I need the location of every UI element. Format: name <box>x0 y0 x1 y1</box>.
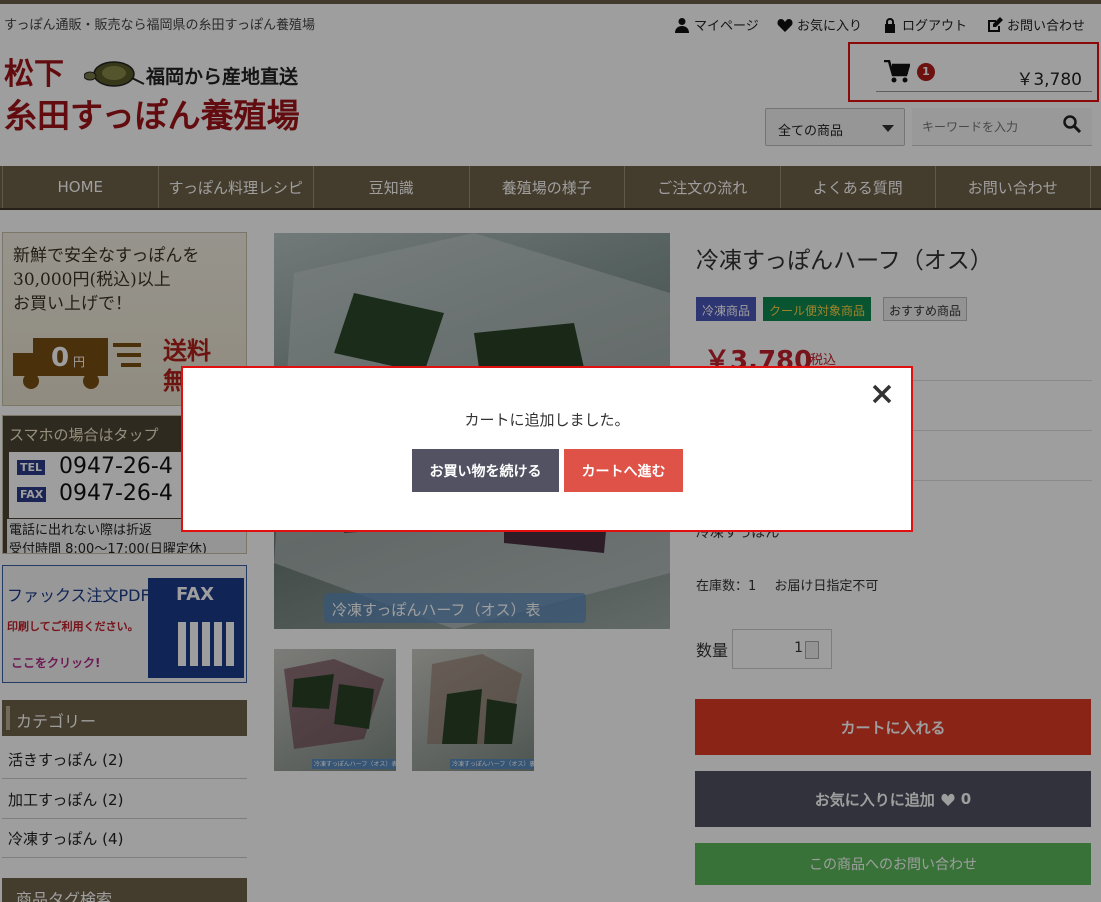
close-icon[interactable] <box>870 382 894 406</box>
continue-shopping-button[interactable]: お買い物を続ける <box>412 449 559 492</box>
modal-message: カートに追加しました。 <box>464 411 630 429</box>
cart-added-modal: カートに追加しました。 お買い物を続ける カートへ進む <box>181 366 913 532</box>
go-to-cart-button[interactable]: カートへ進む <box>564 449 683 492</box>
